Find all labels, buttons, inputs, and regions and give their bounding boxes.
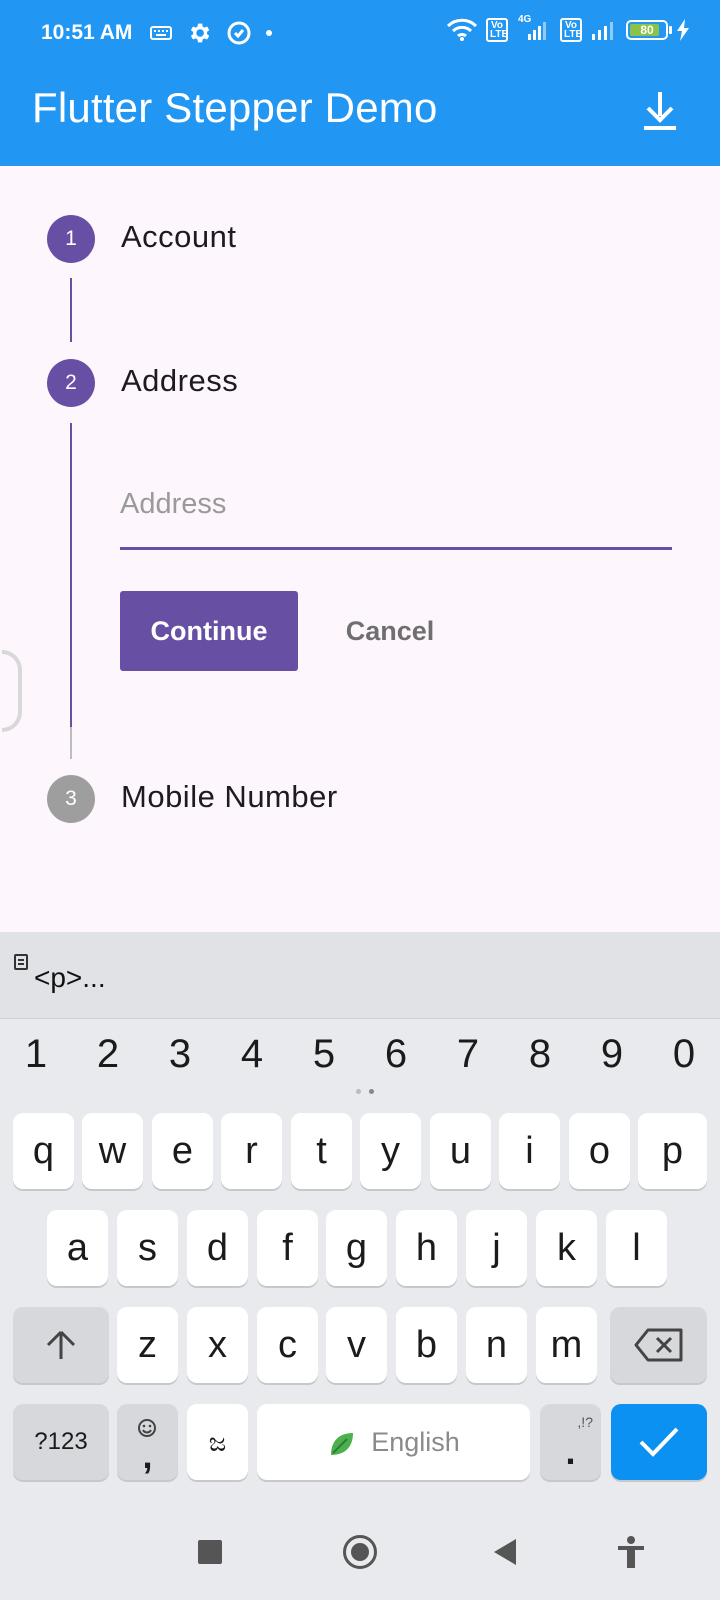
suggestion-bar: <p>... xyxy=(0,932,720,1019)
edge-panel-handle[interactable] xyxy=(2,650,22,732)
signal-bars-icon xyxy=(528,22,546,40)
key-o[interactable]: o xyxy=(569,1113,630,1189)
key-i[interactable]: i xyxy=(499,1113,560,1189)
emoji-comma-key[interactable]: , xyxy=(117,1404,178,1480)
space-key[interactable]: English xyxy=(257,1404,530,1480)
cancel-button[interactable]: Cancel xyxy=(328,591,452,671)
key-z[interactable]: z xyxy=(117,1307,178,1383)
app-bar: 10:51 AM Vo LTE 4G Vo LTE 80 Flutter Ste… xyxy=(0,0,720,166)
key-e[interactable]: e xyxy=(152,1113,213,1189)
key-l[interactable]: l xyxy=(606,1210,667,1286)
key-9[interactable]: 9 xyxy=(576,1032,648,1077)
key-u[interactable]: u xyxy=(430,1113,491,1189)
key-3[interactable]: 3 xyxy=(144,1032,216,1077)
key-7[interactable]: 7 xyxy=(432,1032,504,1077)
battery-level: 80 xyxy=(640,23,654,37)
keyboard-page-indicator xyxy=(356,1089,374,1094)
backspace-key[interactable] xyxy=(610,1307,707,1383)
clipboard-suggestion[interactable]: <p>... xyxy=(34,962,106,994)
key-m[interactable]: m xyxy=(536,1307,597,1383)
download-button[interactable] xyxy=(640,88,680,132)
checkmark-icon xyxy=(639,1427,679,1457)
step-1-circle[interactable]: 1 xyxy=(47,215,95,263)
key-f[interactable]: f xyxy=(257,1210,318,1286)
volte-badge-2: Vo LTE xyxy=(560,18,582,42)
period-key[interactable]: ,!? . xyxy=(540,1404,601,1480)
continue-button[interactable]: Continue xyxy=(120,591,298,671)
wifi-icon xyxy=(446,18,478,41)
key-g[interactable]: g xyxy=(326,1210,387,1286)
step-3-circle[interactable]: 3 xyxy=(47,775,95,823)
keyboard-icon xyxy=(150,26,172,40)
step-connector-1 xyxy=(70,278,72,342)
signal-bars-icon-2 xyxy=(592,22,613,40)
key-x[interactable]: x xyxy=(187,1307,248,1383)
back-icon[interactable] xyxy=(494,1539,516,1565)
address-input-underline xyxy=(120,547,672,550)
leaf-icon xyxy=(331,1432,354,1455)
settings-gear-icon xyxy=(190,23,210,43)
key-5[interactable]: 5 xyxy=(288,1032,360,1077)
home-icon[interactable] xyxy=(343,1535,377,1569)
data-saver-icon xyxy=(227,21,251,45)
address-input[interactable] xyxy=(120,476,672,532)
step-2-circle[interactable]: 2 xyxy=(47,359,95,407)
backspace-icon xyxy=(634,1328,682,1362)
key-a[interactable]: a xyxy=(47,1210,108,1286)
key-r[interactable]: r xyxy=(221,1113,282,1189)
key-c[interactable]: c xyxy=(257,1307,318,1383)
key-v[interactable]: v xyxy=(326,1307,387,1383)
key-p[interactable]: p xyxy=(638,1113,707,1189)
key-h[interactable]: h xyxy=(396,1210,457,1286)
notification-dot-icon xyxy=(266,30,272,36)
clipboard-icon[interactable] xyxy=(14,954,28,970)
number-row: 1 2 3 4 5 6 7 8 9 0 xyxy=(0,1032,720,1092)
step-connector-2-tail xyxy=(70,727,72,759)
volte-badge-1: Vo LTE xyxy=(486,18,508,42)
key-y[interactable]: y xyxy=(360,1113,421,1189)
key-s[interactable]: s xyxy=(117,1210,178,1286)
symbols-key[interactable]: ?123 xyxy=(13,1404,109,1480)
step-1-title[interactable]: Account xyxy=(121,219,237,255)
step-2-title[interactable]: Address xyxy=(121,363,238,399)
step-3-title[interactable]: Mobile Number xyxy=(121,779,338,815)
key-1[interactable]: 1 xyxy=(0,1032,72,1077)
key-q[interactable]: q xyxy=(13,1113,74,1189)
accessibility-icon[interactable] xyxy=(616,1536,646,1570)
shift-arrow-icon xyxy=(46,1330,76,1359)
comma-label: , xyxy=(142,1435,153,1476)
status-time: 10:51 AM xyxy=(41,21,133,44)
status-bar: 10:51 AM Vo LTE 4G Vo LTE 80 xyxy=(0,0,720,68)
charging-bolt-icon xyxy=(677,19,689,41)
key-t[interactable]: t xyxy=(291,1113,352,1189)
key-d[interactable]: d xyxy=(187,1210,248,1286)
status-left-icons xyxy=(150,20,272,46)
download-icon xyxy=(644,92,676,130)
period-label: . xyxy=(565,1431,576,1472)
key-2[interactable]: 2 xyxy=(72,1032,144,1077)
shift-key[interactable] xyxy=(13,1307,109,1383)
key-4[interactable]: 4 xyxy=(216,1032,288,1077)
language-key[interactable]: ಜ xyxy=(187,1404,248,1480)
key-j[interactable]: j xyxy=(466,1210,527,1286)
signal-4g: 4G xyxy=(516,14,552,42)
key-n[interactable]: n xyxy=(466,1307,527,1383)
recents-icon[interactable] xyxy=(198,1540,222,1564)
space-label: English xyxy=(371,1427,460,1457)
done-key[interactable] xyxy=(611,1404,707,1480)
status-right-icons: Vo LTE 4G Vo LTE 80 xyxy=(446,14,690,42)
keyboard: <p>... 1 2 3 4 5 6 7 8 9 0 q w e r t y u… xyxy=(0,932,720,1504)
system-nav-bar xyxy=(0,1504,720,1600)
key-0[interactable]: 0 xyxy=(648,1032,720,1077)
key-6[interactable]: 6 xyxy=(360,1032,432,1077)
key-w[interactable]: w xyxy=(82,1113,143,1189)
key-k[interactable]: k xyxy=(536,1210,597,1286)
key-8[interactable]: 8 xyxy=(504,1032,576,1077)
page-title: Flutter Stepper Demo xyxy=(32,84,438,131)
step-connector-2 xyxy=(70,423,72,727)
battery-indicator: 80 xyxy=(626,20,672,40)
key-b[interactable]: b xyxy=(396,1307,457,1383)
